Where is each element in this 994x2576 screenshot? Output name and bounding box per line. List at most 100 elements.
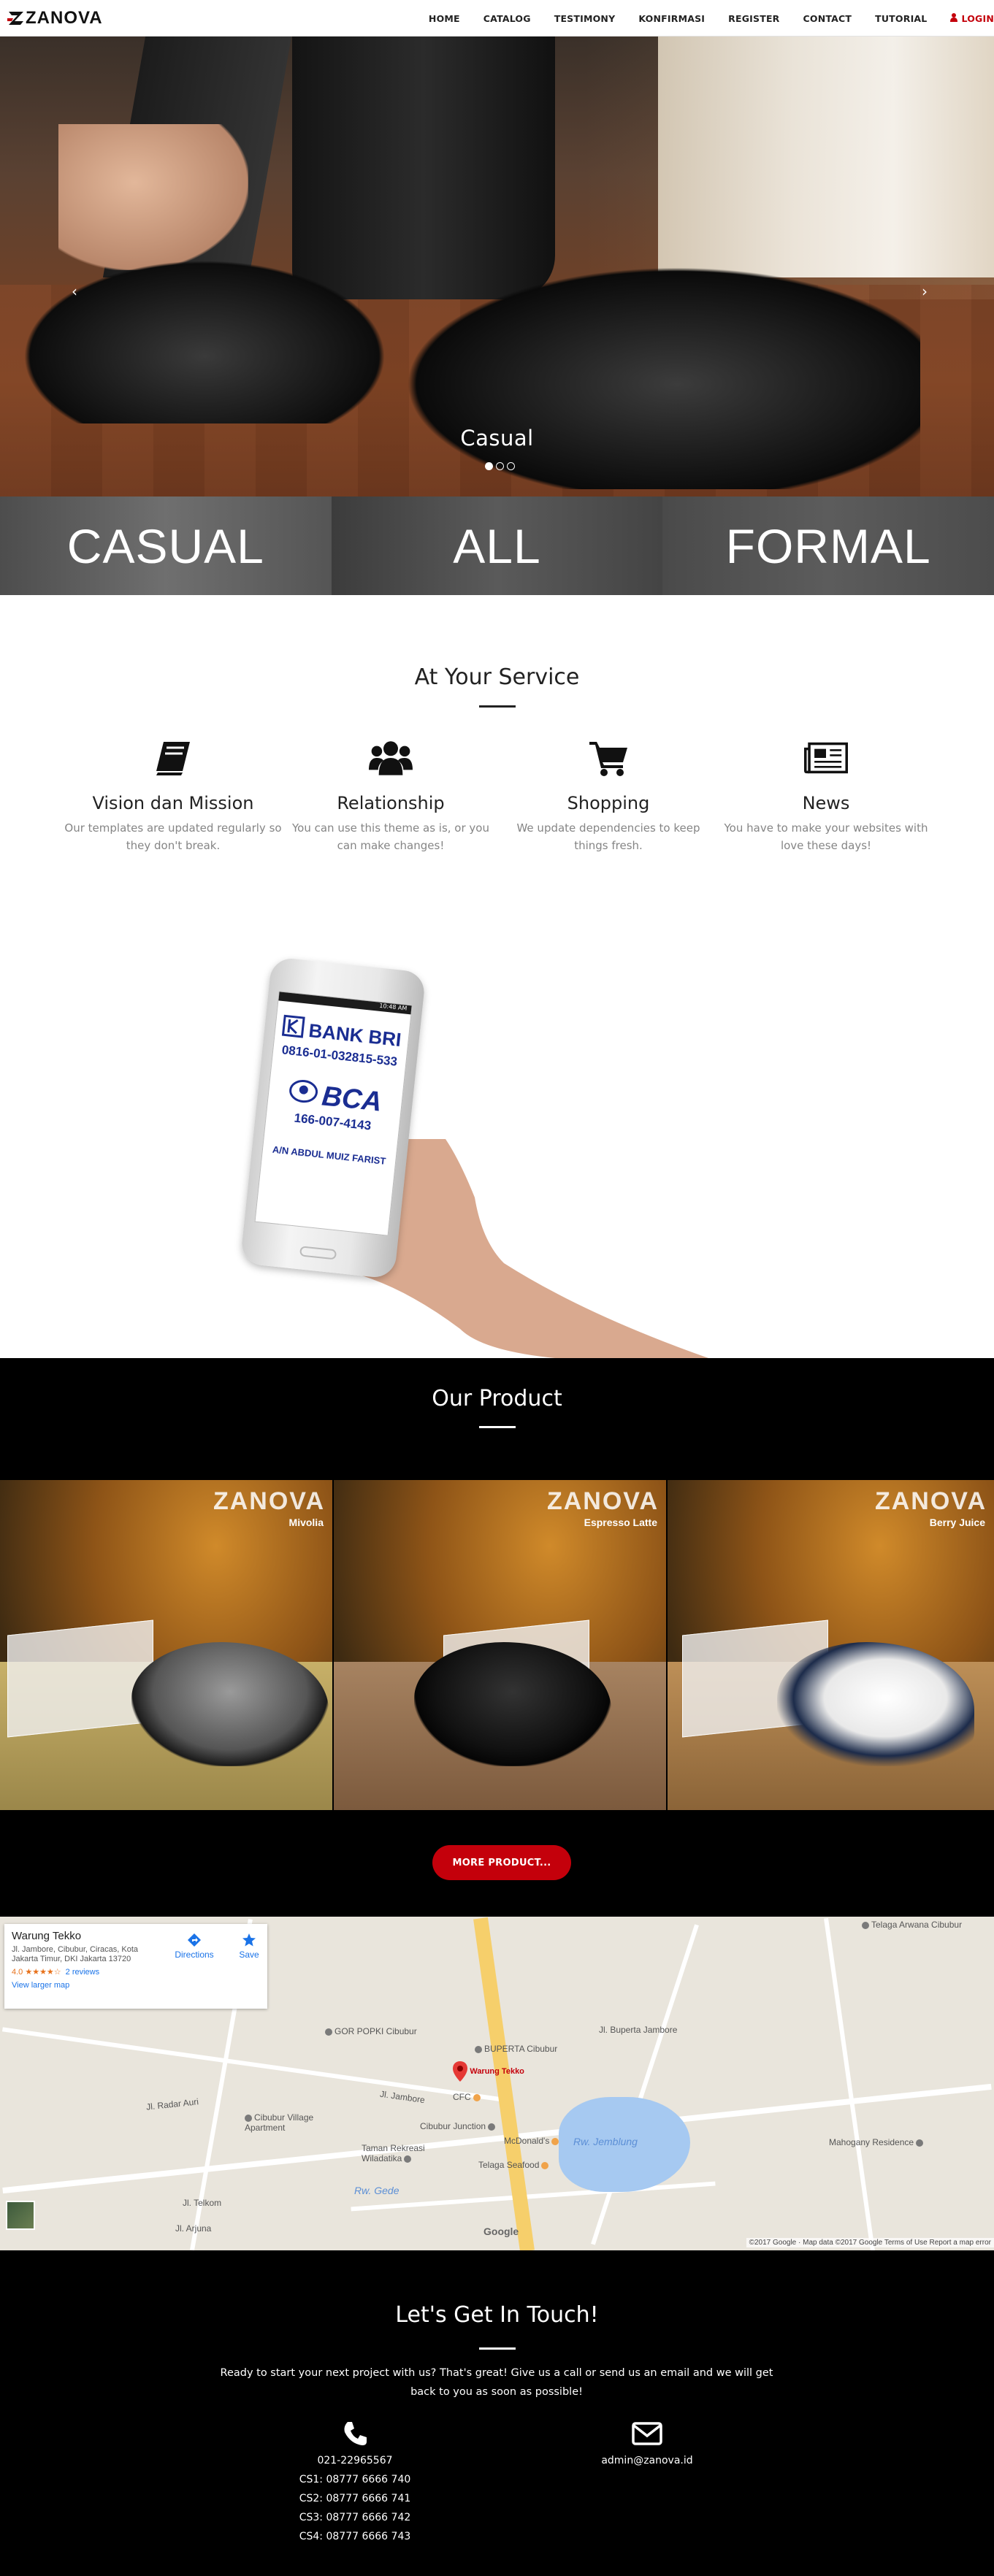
view-larger-map-link[interactable]: View larger map bbox=[12, 1981, 260, 1990]
map-label: Jl. Buperta Jambore bbox=[599, 2025, 678, 2035]
map-info-card: Warung Tekko Jl. Jambore, Cibubur, Cirac… bbox=[4, 1924, 267, 2009]
product-section: Our Product ZANOVA Mivolia ZANOVA Espres… bbox=[0, 1358, 994, 1917]
service-text: You can use this theme as is, or you can… bbox=[292, 821, 489, 852]
product-title: Our Product bbox=[432, 1386, 562, 1411]
map-label: BUPERTA Cibubur bbox=[475, 2044, 557, 2054]
category-all[interactable]: ALL bbox=[331, 497, 663, 595]
hero-hand bbox=[58, 124, 248, 270]
phone-main[interactable]: 021-22965567 bbox=[282, 2451, 428, 2470]
save-label: Save bbox=[239, 1950, 259, 1960]
slider-dot[interactable] bbox=[496, 462, 504, 470]
nav-register[interactable]: REGISTER bbox=[728, 13, 779, 24]
directions-button[interactable]: Directions bbox=[172, 1933, 216, 1960]
nav-tutorial[interactable]: TUTORIAL bbox=[875, 13, 927, 24]
embedded-map[interactable]: Telaga Arwana Cibubur Jl. Buperta Jambor… bbox=[0, 1917, 994, 2250]
map-label: Cibubur Junction bbox=[420, 2121, 497, 2131]
map-label: Jl. Arjuna bbox=[175, 2223, 212, 2234]
phone-cs2[interactable]: CS2: 08777 6666 741 bbox=[282, 2489, 428, 2508]
map-label: Jl. Radar Auri bbox=[145, 2096, 199, 2112]
phone-cs4[interactable]: CS4: 08777 6666 743 bbox=[282, 2527, 428, 2546]
map-label: Rw. Jemblung bbox=[573, 2136, 638, 2147]
product-brand-watermark: ZANOVA bbox=[546, 1487, 659, 1515]
map-label: McDonald's bbox=[504, 2136, 561, 2146]
map-attribution[interactable]: ©2017 Google · Map data ©2017 Google Ter… bbox=[746, 2238, 994, 2247]
brand-logo[interactable]: ZANOVA bbox=[7, 8, 103, 28]
nav-konfirmasi[interactable]: KONFIRMASI bbox=[638, 13, 705, 24]
map-label: Telaga Arwana Cibubur bbox=[862, 1920, 962, 1930]
payment-phone-image: 10:48 AM BANK BRI 0816-01-032815-533 BCA… bbox=[219, 957, 752, 1358]
satellite-toggle[interactable] bbox=[6, 2201, 35, 2230]
map-road bbox=[824, 1917, 875, 2250]
directions-label: Directions bbox=[175, 1950, 214, 1960]
slider-dot[interactable] bbox=[507, 462, 515, 470]
map-road bbox=[351, 2181, 716, 2212]
category-casual[interactable]: CASUAL bbox=[0, 497, 332, 595]
directions-icon bbox=[172, 1933, 216, 1950]
users-icon bbox=[369, 736, 413, 780]
category-formal[interactable]: FORMAL bbox=[662, 497, 994, 595]
slider-prev-icon[interactable]: ‹ bbox=[72, 283, 77, 300]
nav-testimony[interactable]: TESTIMONY bbox=[554, 13, 616, 24]
bca-name: BCA bbox=[320, 1081, 383, 1118]
contact-intro: Ready to start your next project with us… bbox=[220, 2367, 773, 2398]
reviews-link[interactable]: 2 reviews bbox=[66, 1968, 99, 1977]
map-label: Telaga Seafood bbox=[478, 2160, 551, 2170]
slider-next-icon[interactable]: › bbox=[922, 283, 928, 300]
service-heading: Vision dan Mission bbox=[92, 793, 254, 813]
contact-phones: 021-22965567 CS1: 08777 6666 740 CS2: 08… bbox=[282, 2420, 428, 2546]
account-name: A/N ABDUL MUIZ FARIST bbox=[272, 1143, 386, 1167]
product-card[interactable]: ZANOVA Berry Juice bbox=[668, 1480, 994, 1810]
nav-home[interactable]: HOME bbox=[429, 13, 460, 24]
product-divider bbox=[479, 1426, 516, 1428]
email-link[interactable]: admin@zanova.id bbox=[574, 2451, 720, 2470]
phone-cs3[interactable]: CS3: 08777 6666 742 bbox=[282, 2508, 428, 2527]
save-button[interactable]: Save bbox=[231, 1933, 267, 1960]
contact-section: Let's Get In Touch! Ready to start your … bbox=[0, 2250, 994, 2576]
map-pin-icon bbox=[453, 2061, 467, 2082]
nav-catalog[interactable]: CATALOG bbox=[483, 13, 531, 24]
hero-shoe-right bbox=[380, 256, 920, 489]
smartphone: 10:48 AM BANK BRI 0816-01-032815-533 BCA… bbox=[240, 957, 427, 1279]
service-text: We update dependencies to keep things fr… bbox=[516, 821, 700, 852]
hero-curtain bbox=[658, 37, 994, 277]
more-product-button[interactable]: MORE PRODUCT... bbox=[432, 1845, 571, 1880]
service-item: Relationship You can use this theme as i… bbox=[281, 736, 500, 854]
category-strip: CASUAL ALL FORMAL bbox=[0, 497, 994, 595]
map-label: Cibubur Village Apartment bbox=[245, 2112, 314, 2133]
map-label: Rw. Gede bbox=[354, 2185, 399, 2196]
phone-icon bbox=[282, 2420, 428, 2451]
login-label: LOGIN bbox=[961, 12, 994, 24]
service-heading: Shopping bbox=[567, 793, 650, 813]
slider-dot[interactable] bbox=[485, 462, 493, 470]
map-marker[interactable]: Warung Tekko bbox=[453, 2061, 524, 2082]
phone-screen: 10:48 AM BANK BRI 0816-01-032815-533 BCA… bbox=[254, 991, 413, 1236]
product-brand-watermark: ZANOVA bbox=[213, 1487, 325, 1515]
service-heading: Relationship bbox=[337, 793, 445, 813]
bri-account: BANK BRI 0816-01-032815-533 bbox=[272, 1013, 409, 1070]
bri-logo-icon bbox=[281, 1014, 306, 1043]
map-label: GOR POPKI Cibubur bbox=[325, 2026, 417, 2036]
map-label: Jl. Telkom bbox=[183, 2198, 222, 2208]
slider-indicators bbox=[485, 462, 515, 470]
map-label: Mahogany Residence bbox=[829, 2137, 925, 2147]
zanova-logo-mark-icon bbox=[7, 9, 25, 27]
hero-shoe-left bbox=[15, 256, 394, 423]
contact-email: admin@zanova.id bbox=[574, 2420, 720, 2470]
phone-home-button bbox=[299, 1246, 337, 1260]
map-label: Jl. Jambore bbox=[379, 2088, 426, 2106]
product-name: Mivolia bbox=[288, 1517, 324, 1528]
envelope-icon bbox=[574, 2420, 720, 2451]
bca-logo-icon bbox=[287, 1078, 319, 1112]
nav-login[interactable]: LOGIN bbox=[950, 12, 994, 24]
service-text: Our templates are updated regularly so t… bbox=[64, 821, 282, 852]
nav-contact[interactable]: CONTACT bbox=[803, 13, 852, 24]
product-card[interactable]: ZANOVA Espresso Latte bbox=[334, 1480, 666, 1810]
main-menu: HOME CATALOG TESTIMONY KONFIRMASI REGIST… bbox=[429, 0, 994, 37]
book-icon bbox=[151, 736, 195, 780]
contact-title: Let's Get In Touch! bbox=[395, 2302, 599, 2328]
phone-cs1[interactable]: CS1: 08777 6666 740 bbox=[282, 2470, 428, 2489]
phone-status-bar: 10:48 AM bbox=[278, 992, 412, 1015]
product-card[interactable]: ZANOVA Mivolia bbox=[0, 1480, 332, 1810]
map-road bbox=[591, 1924, 699, 2245]
map-road bbox=[1, 2027, 510, 2103]
